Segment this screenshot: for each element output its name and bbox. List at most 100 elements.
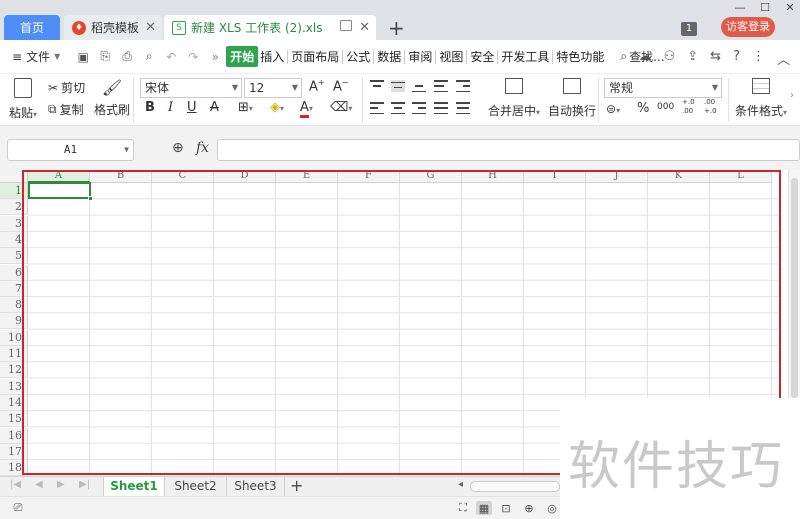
bold-button[interactable]: B [145,100,155,115]
collapse-ribbon-icon[interactable]: ︿ [777,49,790,68]
close-window-icon[interactable]: ✕ [784,1,796,14]
borders-icon[interactable]: ⊞▾ [238,100,253,115]
reading-mode-icon[interactable]: ⊕ [521,501,537,515]
horizontal-scrollbar[interactable] [470,481,560,492]
row-header[interactable]: 13 [0,378,28,395]
row-header[interactable]: 18 [0,460,28,477]
file-menu[interactable]: ≡ 文件 ▼ [12,48,60,65]
page-break-view-icon[interactable]: ⊡ [498,501,514,515]
column-header[interactable]: L [710,170,772,183]
align-bottom-icon[interactable] [412,80,426,92]
row-header[interactable]: 11 [0,346,28,362]
clear-format-icon[interactable]: ⌫▾ [330,100,352,115]
cut-button[interactable]: ✂ 剪切 [48,79,85,96]
row-header[interactable]: 2 [0,199,28,216]
column-header[interactable]: D [214,170,276,183]
row-header[interactable]: 1 [0,183,28,199]
menu-tab-view[interactable]: 视图 [437,46,465,67]
merge-center-button[interactable]: 合并居中▾ [488,78,540,119]
name-box[interactable]: A1 ▼ [7,139,134,161]
scroll-left-icon[interactable]: ◂ [458,479,463,490]
align-left-icon[interactable] [370,102,384,114]
align-right-icon[interactable] [412,102,426,114]
copy-button[interactable]: ⧉ 复制 [48,101,84,118]
add-sheet-button[interactable]: + [290,476,303,495]
macro-icon[interactable]: ⎚ [10,501,26,515]
row-header[interactable]: 4 [0,231,28,248]
normal-view-icon[interactable]: ▦ [476,501,492,515]
ribbon-scroll-right-icon[interactable]: › [790,90,794,101]
sheet-tab-sheet1[interactable]: Sheet1 [103,477,165,496]
active-cell-a1[interactable] [28,182,91,199]
tab-docer-templates[interactable]: ♦ 稻壳模板 ✕ [64,15,162,40]
last-sheet-icon[interactable]: ▶| [79,479,90,490]
italic-button[interactable]: I [168,100,173,115]
eye-protection-icon[interactable]: ◎ [544,501,560,515]
row-header[interactable]: 15 [0,411,28,428]
menu-tab-home[interactable]: 开始 [226,46,259,67]
menu-tab-page-layout[interactable]: 页面布局 [289,46,341,67]
column-header[interactable]: E [276,170,338,183]
menu-tab-developer[interactable]: 开发工具 [499,46,551,67]
indent-icon[interactable] [456,80,470,92]
row-header[interactable]: 5 [0,248,28,265]
insert-function-button[interactable]: fx [196,140,209,156]
justify-icon[interactable] [434,102,448,114]
column-header[interactable]: F [338,170,400,183]
column-header[interactable]: B [90,170,152,183]
fill-color-icon[interactable]: ◈▾ [270,100,284,115]
font-color-icon[interactable]: A▾ [300,100,313,118]
print-icon[interactable]: ⎙ [118,48,136,66]
close-icon[interactable]: ✕ [145,20,156,35]
row-header[interactable]: 10 [0,329,28,346]
print-preview-icon[interactable]: ⌕ [140,48,158,66]
fill-handle[interactable] [88,196,93,201]
row-header[interactable]: 16 [0,427,28,444]
column-header[interactable]: K [648,170,710,183]
number-format-select[interactable]: 常规 ▼ [604,78,722,98]
new-tab-button[interactable]: + [388,16,405,40]
column-header[interactable]: H [462,170,524,183]
row-header[interactable]: 6 [0,264,28,281]
align-middle-icon[interactable] [391,80,405,92]
export-pdf-icon[interactable]: ⎘ [96,48,114,66]
column-header[interactable]: G [400,170,462,183]
redo-icon[interactable]: ↷ [184,48,202,66]
increase-font-icon[interactable]: A+ [309,78,325,94]
cloud-icon[interactable]: ☁ [639,49,652,68]
fullscreen-icon[interactable]: ⛶ [455,501,471,515]
formula-input[interactable] [217,139,800,161]
undo-icon[interactable]: ↶ [162,48,180,66]
guest-login-button[interactable]: 访客登录 [721,17,775,37]
select-all-corner[interactable] [0,170,28,183]
row-header[interactable]: 12 [0,362,28,379]
strikethrough-icon[interactable]: A [210,100,219,115]
column-header[interactable]: I [524,170,586,183]
menu-tab-features[interactable]: 特色功能 [554,46,606,67]
menu-tab-review[interactable]: 审阅 [406,46,434,67]
row-header[interactable]: 14 [0,394,28,411]
row-header[interactable]: 17 [0,443,28,460]
font-size-select[interactable]: 12 ▼ [244,78,302,98]
currency-icon[interactable]: ⊜▾ [606,102,620,116]
zoom-function-icon[interactable]: ⊕ [172,140,184,156]
column-header[interactable]: C [152,170,214,183]
collaborate-icon[interactable]: ⚇ [664,49,676,68]
scrollbar-thumb[interactable] [791,178,798,398]
row-header[interactable]: 7 [0,280,28,297]
decrease-font-icon[interactable]: A− [333,78,349,94]
row-header[interactable]: 3 [0,215,28,232]
distributed-icon[interactable] [456,102,470,114]
font-name-select[interactable]: 宋体 ▼ [140,78,242,98]
window-pin-icon[interactable] [340,20,352,31]
decrease-decimal-button[interactable]: .00 +.0 [704,98,722,116]
window-count-badge[interactable]: 1 [681,22,697,36]
conditional-format-button[interactable]: 条件格式▾ [735,78,787,119]
close-icon[interactable]: ✕ [359,20,370,35]
sheet-tab-sheet2[interactable]: Sheet2 [165,477,227,496]
more-icon[interactable]: ⋮ [752,49,765,68]
share-icon[interactable]: ⇪ [687,49,698,68]
more-chevron-icon[interactable]: » [206,48,224,66]
align-center-icon[interactable] [391,102,405,114]
paste-button[interactable]: 粘贴▾ [9,78,37,121]
